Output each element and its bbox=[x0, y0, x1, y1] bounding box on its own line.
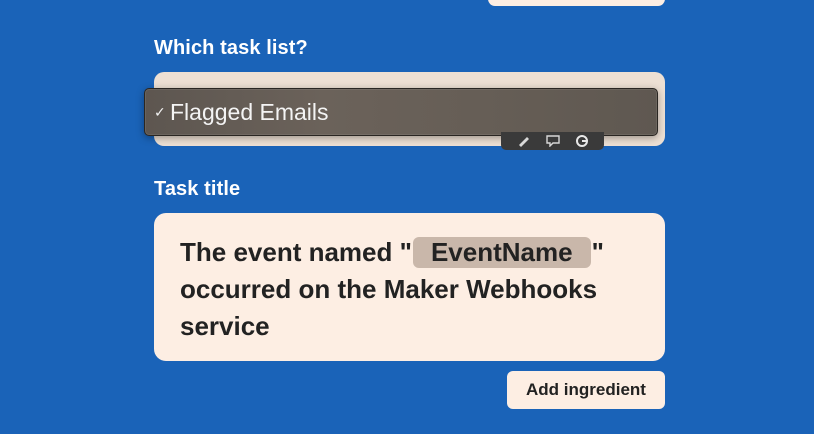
add-ingredient-button[interactable]: Add ingredient bbox=[507, 371, 665, 409]
checkmark-icon: ✓ bbox=[154, 103, 166, 120]
speech-bubble-icon[interactable] bbox=[545, 135, 561, 147]
task-title-field[interactable]: The event named " EventName " occurred on … bbox=[154, 213, 665, 361]
task-title-text-before: The event named " bbox=[180, 237, 412, 267]
ingredient-pill[interactable]: EventName bbox=[412, 237, 591, 268]
task-list-option[interactable]: Flagged Emails bbox=[170, 99, 329, 126]
grammarly-icon[interactable] bbox=[574, 135, 590, 147]
task-list-dropdown-menu[interactable]: ✓ Flagged Emails bbox=[144, 88, 658, 136]
previous-field-edge bbox=[488, 0, 665, 6]
pencil-icon[interactable] bbox=[516, 135, 532, 147]
task-list-label: Which task list? bbox=[154, 37, 308, 59]
task-title-label: Task title bbox=[154, 178, 241, 200]
writing-tools-toolbar bbox=[501, 132, 604, 150]
